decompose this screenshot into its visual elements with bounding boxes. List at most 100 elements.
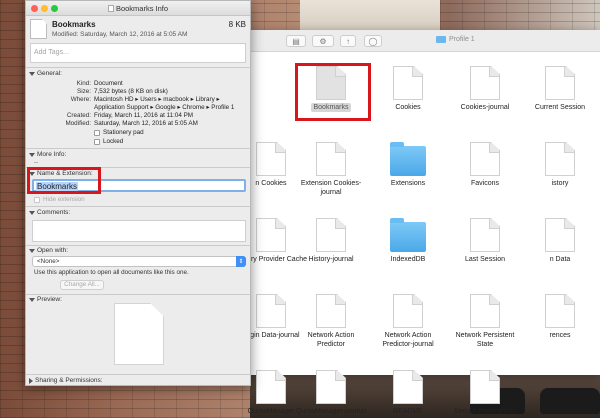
share-icon[interactable]: ↑ [340,35,356,47]
comments-field[interactable] [32,220,246,242]
list-view-icon[interactable]: ▤ [286,35,306,47]
document-icon [256,142,286,176]
disclosure-closed-icon [29,377,33,384]
file-item[interactable]: README [371,370,445,416]
open-with-note: Use this application to open all documen… [34,269,189,276]
document-icon [545,218,575,252]
file-item-label: Favicons [470,180,499,187]
file-item[interactable]: n Data [523,218,597,264]
document-preview [114,303,164,365]
general-section-header[interactable]: General: [29,70,62,77]
file-item-label: Extension Cookies-journal [300,180,362,196]
modified-value: Saturday, March 12, 2016 at 5:05 AM [94,120,198,127]
file-item[interactable]: Extensions [371,142,445,188]
document-icon [256,294,286,328]
created-value: Friday, March 11, 2016 at 11:04 PM [94,112,194,119]
file-name-heading: Bookmarks [52,20,96,29]
name-extension-field[interactable]: Bookmarks [32,179,246,192]
document-icon [256,370,286,404]
file-item[interactable]: Current Session [523,66,597,112]
file-item[interactable]: istory [523,142,597,188]
file-item-label: Network Action Predictor-journal [382,332,434,348]
file-item-label: Network Persistent State [455,332,515,348]
created-key: Created: [66,112,91,119]
file-item-label: QuotaManager [247,408,295,415]
document-icon [393,370,423,404]
file-item[interactable]: Last Session [448,218,522,264]
file-item-label: Cookies [395,104,421,111]
checkbox-label: Hide extension [43,196,85,203]
section-label: Sharing & Permissions: [35,377,103,384]
more-info-section-header[interactable]: More Info: [29,151,66,158]
disclosure-open-icon [29,210,35,215]
file-item[interactable]: Network Action Predictor-journal [371,294,445,349]
open-with-select[interactable]: <None> ⇕ [32,256,246,267]
document-icon [393,66,423,100]
finder-window: ▤ ⚙ ↑ ◯ Profile 1 Bookmarks Cookies Cookie… [235,30,600,415]
tag-icon[interactable]: ◯ [364,35,382,47]
document-icon [545,66,575,100]
file-size: 8 KB [228,20,246,29]
where-key: Where: [70,96,91,103]
file-item[interactable]: Cookies-journal [448,66,522,112]
name-extension-section-header[interactable]: Name & Extension: [29,170,93,177]
stationery-pad-checkbox[interactable]: Stationery pad [94,129,144,136]
divider [26,148,250,149]
file-item[interactable]: IndexedDB [371,218,445,264]
document-icon [316,142,346,176]
name-field-text: Bookmarks [36,182,79,191]
document-icon [107,5,114,12]
info-window: Bookmarks Info Bookmarks 8 KB Modified: … [25,0,251,386]
gear-icon[interactable]: ⚙ [312,35,334,47]
file-item-label: IndexedDB [390,256,426,263]
document-icon [316,370,346,404]
folder-icon [436,36,446,43]
file-item[interactable]: QuotaManager-journal [294,370,368,416]
finder-path-label: Profile 1 [449,36,475,43]
file-item-label: QuotaManager-journal [295,408,367,415]
size-key: Size: [77,88,91,95]
kind-value: Document [94,80,123,87]
tags-field[interactable]: Add Tags... [30,43,246,63]
info-titlebar: Bookmarks Info [26,1,250,16]
file-item[interactable]: Secure Preferences [448,370,522,416]
file-item-label: Secure Preferences [454,408,516,415]
divider [26,245,250,246]
comments-section-header[interactable]: Comments: [29,209,70,216]
open-with-section-header[interactable]: Open with: [29,247,68,254]
change-all-button[interactable]: Change All... [60,280,104,290]
file-item[interactable]: Network Persistent State [448,294,522,349]
document-icon [470,66,500,100]
preview-section-header[interactable]: Preview: [29,296,62,303]
info-window-title: Bookmarks Info [26,4,250,13]
file-item-label: Extensions [390,180,426,187]
file-item[interactable]: Network Action Predictor [294,294,368,349]
file-item[interactable]: rences [523,294,597,340]
divider [26,374,250,375]
file-item[interactable]: History-journal [294,218,368,264]
hide-extension-checkbox[interactable]: Hide extension [34,196,85,203]
file-item[interactable]: Bookmarks [294,66,368,112]
file-item[interactable]: Cookies [371,66,445,112]
modified-summary: Modified: Saturday, March 12, 2016 at 5:… [52,31,188,38]
section-label: More Info: [37,151,67,158]
document-icon [545,294,575,328]
finder-path-title: Profile 1 [436,36,475,43]
file-item[interactable]: Extension Cookies-journal [294,142,368,197]
file-item[interactable]: Favicons [448,142,522,188]
file-item-label: n Cookies [255,180,287,187]
section-label: Preview: [37,296,62,303]
checkbox-label: Locked [103,138,124,145]
file-item-label: Current Session [534,104,586,111]
disclosure-open-icon [29,297,35,302]
section-label: Comments: [37,209,71,216]
size-value: 7,532 bytes (8 KB on disk) [94,88,168,95]
document-icon [393,294,423,328]
modified-key: Modified: [65,120,91,127]
parked-car [540,388,600,414]
document-icon [470,218,500,252]
sharing-permissions-section-header[interactable]: Sharing & Permissions: [29,377,103,384]
locked-checkbox[interactable]: Locked [94,138,123,145]
file-item-label: Cookies-journal [460,104,510,111]
folder-icon [390,142,426,176]
